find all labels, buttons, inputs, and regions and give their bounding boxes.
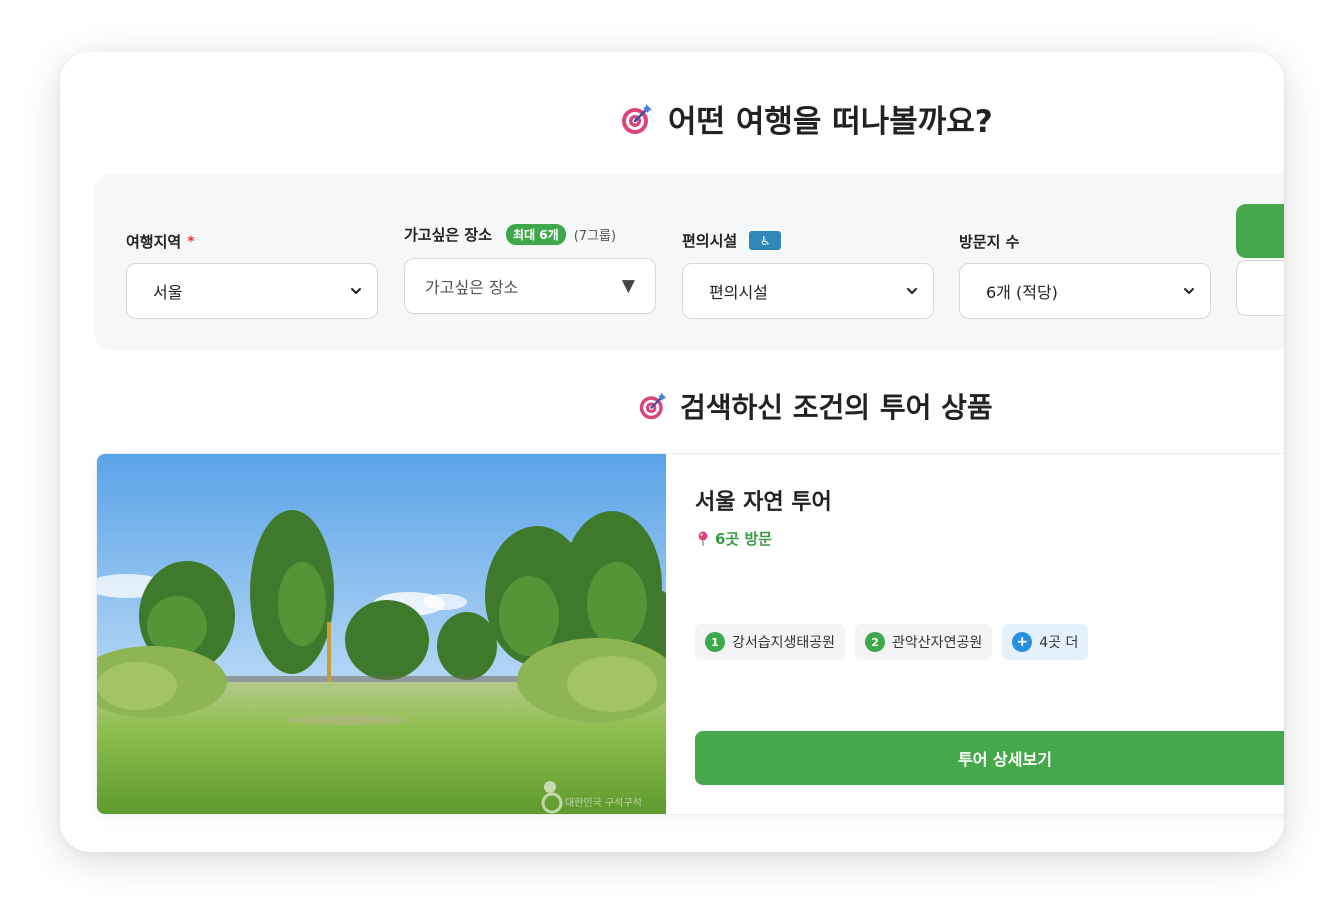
map-pin-icon: [698, 531, 708, 546]
tour-card: 대한민국 구석구석 서울 자연 투어 6곳 방문 1 강서습지생태공원 2 관악…: [97, 454, 1284, 814]
photo-watermark-text: 대한민국 구석구석: [565, 797, 642, 809]
chevron-down-icon: [1182, 284, 1196, 298]
max-places-badge: 최대 6개: [506, 224, 566, 245]
page-title: 어떤 여행을 떠나볼까요?: [620, 96, 993, 141]
region-select[interactable]: 서울: [126, 263, 378, 319]
reset-button[interactable]: [1236, 260, 1284, 316]
places-placeholder: 가고싶은 장소: [425, 278, 519, 297]
plus-icon: +: [1012, 632, 1033, 652]
places-multiselect[interactable]: 가고싶은 장소 ▼: [404, 258, 656, 314]
place-chip[interactable]: 2 관악산자연공원: [855, 624, 993, 660]
tour-visit-text: 6곳 방문: [715, 530, 773, 548]
tour-detail-button[interactable]: 투어 상세보기: [695, 731, 1284, 785]
target-arrow-icon: [638, 391, 668, 421]
filter-panel: 여행지역 * 서울 가고싶은 장소 최대 6개 (7그룹) 가고싶은 장소 ▼ …: [94, 174, 1284, 350]
region-label: 여행지역 *: [126, 233, 195, 251]
chevron-down-icon: [905, 284, 919, 298]
region-select-value: 서울: [153, 283, 183, 302]
places-group-hint: (7그룹): [573, 229, 617, 244]
facilities-label: 편의시설 ♿: [682, 230, 782, 251]
places-label: 가고싶은 장소 최대 6개 (7그룹): [404, 224, 617, 245]
page-title-text: 어떤 여행을 떠나볼까요?: [668, 104, 993, 140]
place-number-badge: 2: [865, 632, 886, 652]
results-title-text: 검색하신 조건의 투어 상품: [680, 391, 993, 424]
wheelchair-accessibility-icon: ♿: [749, 231, 782, 250]
visit-count-select[interactable]: 6개 (적당): [959, 263, 1211, 319]
tour-visit-count: 6곳 방문: [697, 528, 772, 549]
chevron-down-icon: [349, 284, 363, 298]
search-button[interactable]: [1236, 204, 1284, 258]
place-chip[interactable]: 1 강서습지생태공원: [695, 624, 846, 660]
visit-count-label: 방문지 수: [959, 233, 1020, 251]
required-mark: *: [187, 233, 195, 250]
results-title: 검색하신 조건의 투어 상품: [638, 386, 993, 426]
tour-title: 서울 자연 투어: [695, 490, 832, 515]
search-card: 어떤 여행을 떠나볼까요? 여행지역 * 서울 가고싶은 장소 최대 6개 (7…: [60, 52, 1284, 852]
place-number-badge: 1: [705, 632, 725, 652]
place-name: 강서습지생태공원: [732, 635, 836, 651]
target-arrow-icon: [620, 102, 654, 136]
facilities-select-value: 편의시설: [709, 283, 768, 302]
more-places-chip[interactable]: + 4곳 더: [1002, 624, 1089, 660]
place-name: 관악산자연공원: [892, 635, 983, 651]
tour-place-list: 1 강서습지생태공원 2 관악산자연공원 + 4곳 더: [695, 624, 1089, 660]
triangle-down-icon: ▼: [621, 276, 635, 296]
visit-count-select-value: 6개 (적당): [986, 283, 1058, 302]
more-places-text: 4곳 더: [1039, 635, 1079, 651]
facilities-select[interactable]: 편의시설: [682, 263, 934, 319]
tour-photo[interactable]: 대한민국 구석구석: [97, 454, 666, 814]
